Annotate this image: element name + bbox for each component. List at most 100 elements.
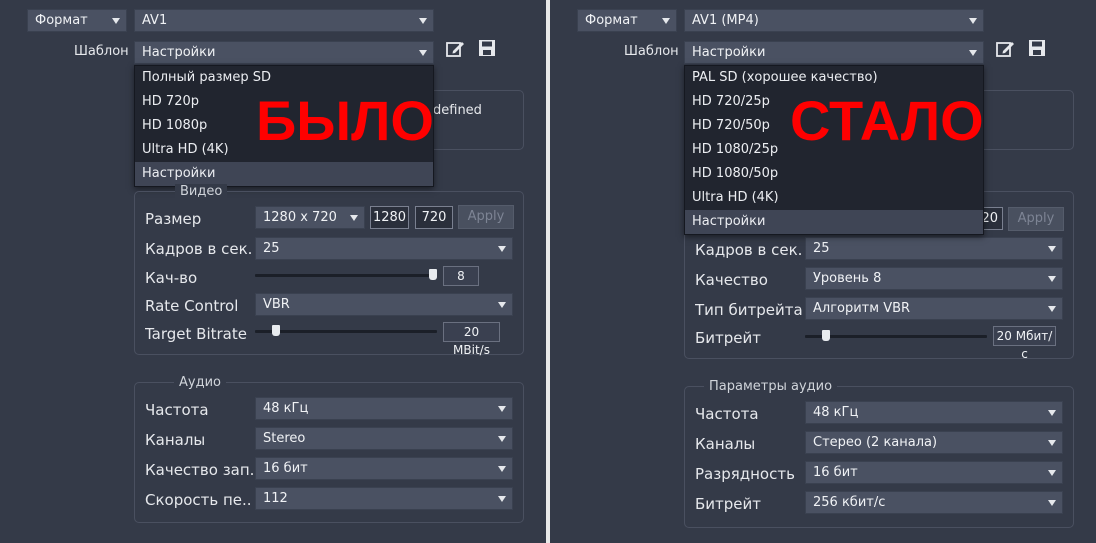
sample-quality-select[interactable]: 16 бит — [255, 457, 513, 480]
format-select[interactable]: Формат — [27, 9, 127, 32]
chevron-down-icon — [1048, 306, 1056, 312]
size-select[interactable]: 1280 x 720 — [255, 206, 365, 229]
dropdown-item[interactable]: Ultra HD (4K) — [685, 186, 983, 210]
channels-select[interactable]: Stereo — [255, 427, 513, 450]
apply-button[interactable]: Apply — [458, 205, 514, 229]
codec-select-value: AV1 — [142, 13, 168, 28]
before-stamp: БЫЛО — [256, 89, 434, 152]
bitrate-slider-track — [255, 330, 437, 333]
bitrate-type-label: Тип битрейта — [695, 301, 803, 319]
template-label: Шаблон — [624, 44, 679, 59]
format-select[interactable]: Формат — [577, 9, 677, 32]
audio-bitrate-label: Битрейт — [695, 495, 762, 513]
fps-select[interactable]: 25 — [805, 237, 1063, 260]
chevron-down-icon — [498, 302, 506, 308]
bitrate-label: Target Bitrate — [145, 325, 247, 343]
bit-depth-select[interactable]: 16 бит — [805, 461, 1063, 484]
bitrate-slider[interactable] — [805, 326, 990, 346]
frequency-value: 48 кГц — [263, 401, 309, 416]
save-icon[interactable] — [477, 38, 497, 58]
bitrate-type-select[interactable]: Алгоритм VBR — [805, 297, 1063, 320]
codec-select-value: AV1 (MP4) — [692, 13, 759, 28]
chevron-down-icon — [662, 18, 670, 24]
apply-button[interactable]: Apply — [1008, 207, 1064, 231]
quality-select-value: Уровень 8 — [813, 271, 882, 286]
chevron-down-icon — [498, 496, 506, 502]
quality-value[interactable]: 8 — [443, 266, 479, 286]
dropdown-item[interactable]: PAL SD (хорошее качество) — [685, 66, 983, 90]
chevron-down-icon — [498, 246, 506, 252]
dropdown-item-selected[interactable]: Настройки — [685, 210, 983, 234]
width-input[interactable]: 1280 — [370, 206, 409, 229]
template-select[interactable]: Настройки — [134, 41, 434, 64]
chevron-down-icon — [498, 436, 506, 442]
bit-depth-value: 16 бит — [813, 465, 858, 480]
dropdown-item[interactable]: Полный размер SD — [135, 66, 433, 90]
dropdown-item[interactable]: HD 1080/50p — [685, 162, 983, 186]
codec-select[interactable]: AV1 (MP4) — [684, 9, 984, 32]
speed-select[interactable]: 112 — [255, 487, 513, 510]
frequency-label: Частота — [695, 405, 759, 423]
codec-select[interactable]: AV1 — [134, 9, 434, 32]
audio-group-title: Аудио — [174, 375, 226, 390]
template-select[interactable]: Настройки — [684, 41, 984, 64]
before-panel: Формат AV1 Шаблон Настройки defined Полн… — [0, 0, 546, 543]
bitrate-value[interactable]: 20 Мбит/с — [993, 326, 1056, 361]
fps-label: Кадров в сек. — [145, 240, 253, 258]
frequency-select[interactable]: 48 кГц — [255, 397, 513, 420]
template-label: Шаблон — [74, 44, 129, 59]
channels-label: Каналы — [695, 435, 756, 453]
audio-group-title: Параметры аудио — [704, 379, 838, 394]
audio-bitrate-value: 256 кбит/с — [813, 495, 886, 510]
hidden-label: defined — [433, 103, 482, 118]
after-panel: Формат AV1 (MP4) Шаблон Настройки 20 App… — [550, 0, 1096, 543]
quality-select[interactable]: Уровень 8 — [805, 267, 1063, 290]
after-stamp: СТАЛО — [790, 89, 984, 152]
dropdown-item-selected[interactable]: Настройки — [135, 162, 433, 186]
sample-quality-value: 16 бит — [263, 461, 308, 476]
channels-select[interactable]: Стерео (2 канала) — [805, 431, 1063, 454]
chevron-down-icon — [969, 18, 977, 24]
size-label: Размер — [145, 210, 202, 228]
template-select-value: Настройки — [692, 45, 766, 60]
bitrate-label: Битрейт — [695, 329, 762, 347]
bitrate-type-value: Алгоритм VBR — [813, 301, 911, 316]
speed-value: 112 — [263, 491, 288, 506]
fps-select-value: 25 — [263, 241, 280, 256]
chevron-down-icon — [1048, 440, 1056, 446]
chevron-down-icon — [419, 50, 427, 56]
fps-label: Кадров в сек. — [695, 241, 803, 259]
bitrate-slider-track — [805, 335, 987, 338]
quality-slider-thumb[interactable] — [429, 269, 437, 280]
speed-label: Скорость пе... — [145, 491, 253, 509]
edit-icon[interactable] — [445, 39, 465, 59]
fps-select[interactable]: 25 — [255, 237, 513, 260]
chevron-down-icon — [498, 406, 506, 412]
save-icon[interactable] — [1027, 38, 1047, 58]
bitrate-slider[interactable] — [255, 321, 440, 341]
bitrate-value[interactable]: 20 MBit/s — [443, 322, 500, 357]
sample-quality-label: Качество зап... — [145, 461, 253, 479]
frequency-value: 48 кГц — [813, 405, 859, 420]
chevron-down-icon — [350, 215, 358, 221]
quality-slider[interactable] — [255, 265, 440, 285]
chevron-down-icon — [112, 18, 120, 24]
frequency-select[interactable]: 48 кГц — [805, 401, 1063, 424]
channels-value: Stereo — [263, 431, 306, 446]
height-input[interactable]: 720 — [415, 206, 453, 229]
audio-bitrate-select[interactable]: 256 кбит/с — [805, 491, 1063, 514]
rate-control-value: VBR — [263, 297, 290, 312]
rate-control-select[interactable]: VBR — [255, 293, 513, 316]
chevron-down-icon — [419, 18, 427, 24]
quality-label: Качество — [695, 271, 768, 289]
channels-label: Каналы — [145, 431, 206, 449]
edit-icon[interactable] — [995, 39, 1015, 59]
format-select-value: Формат — [35, 13, 88, 28]
chevron-down-icon — [1048, 500, 1056, 506]
chevron-down-icon — [969, 50, 977, 56]
bitrate-slider-thumb[interactable] — [272, 325, 280, 336]
video-group-title: Видео — [175, 184, 228, 199]
quality-label: Кач-во — [145, 269, 198, 287]
fps-select-value: 25 — [813, 241, 830, 256]
bitrate-slider-thumb[interactable] — [822, 330, 830, 341]
